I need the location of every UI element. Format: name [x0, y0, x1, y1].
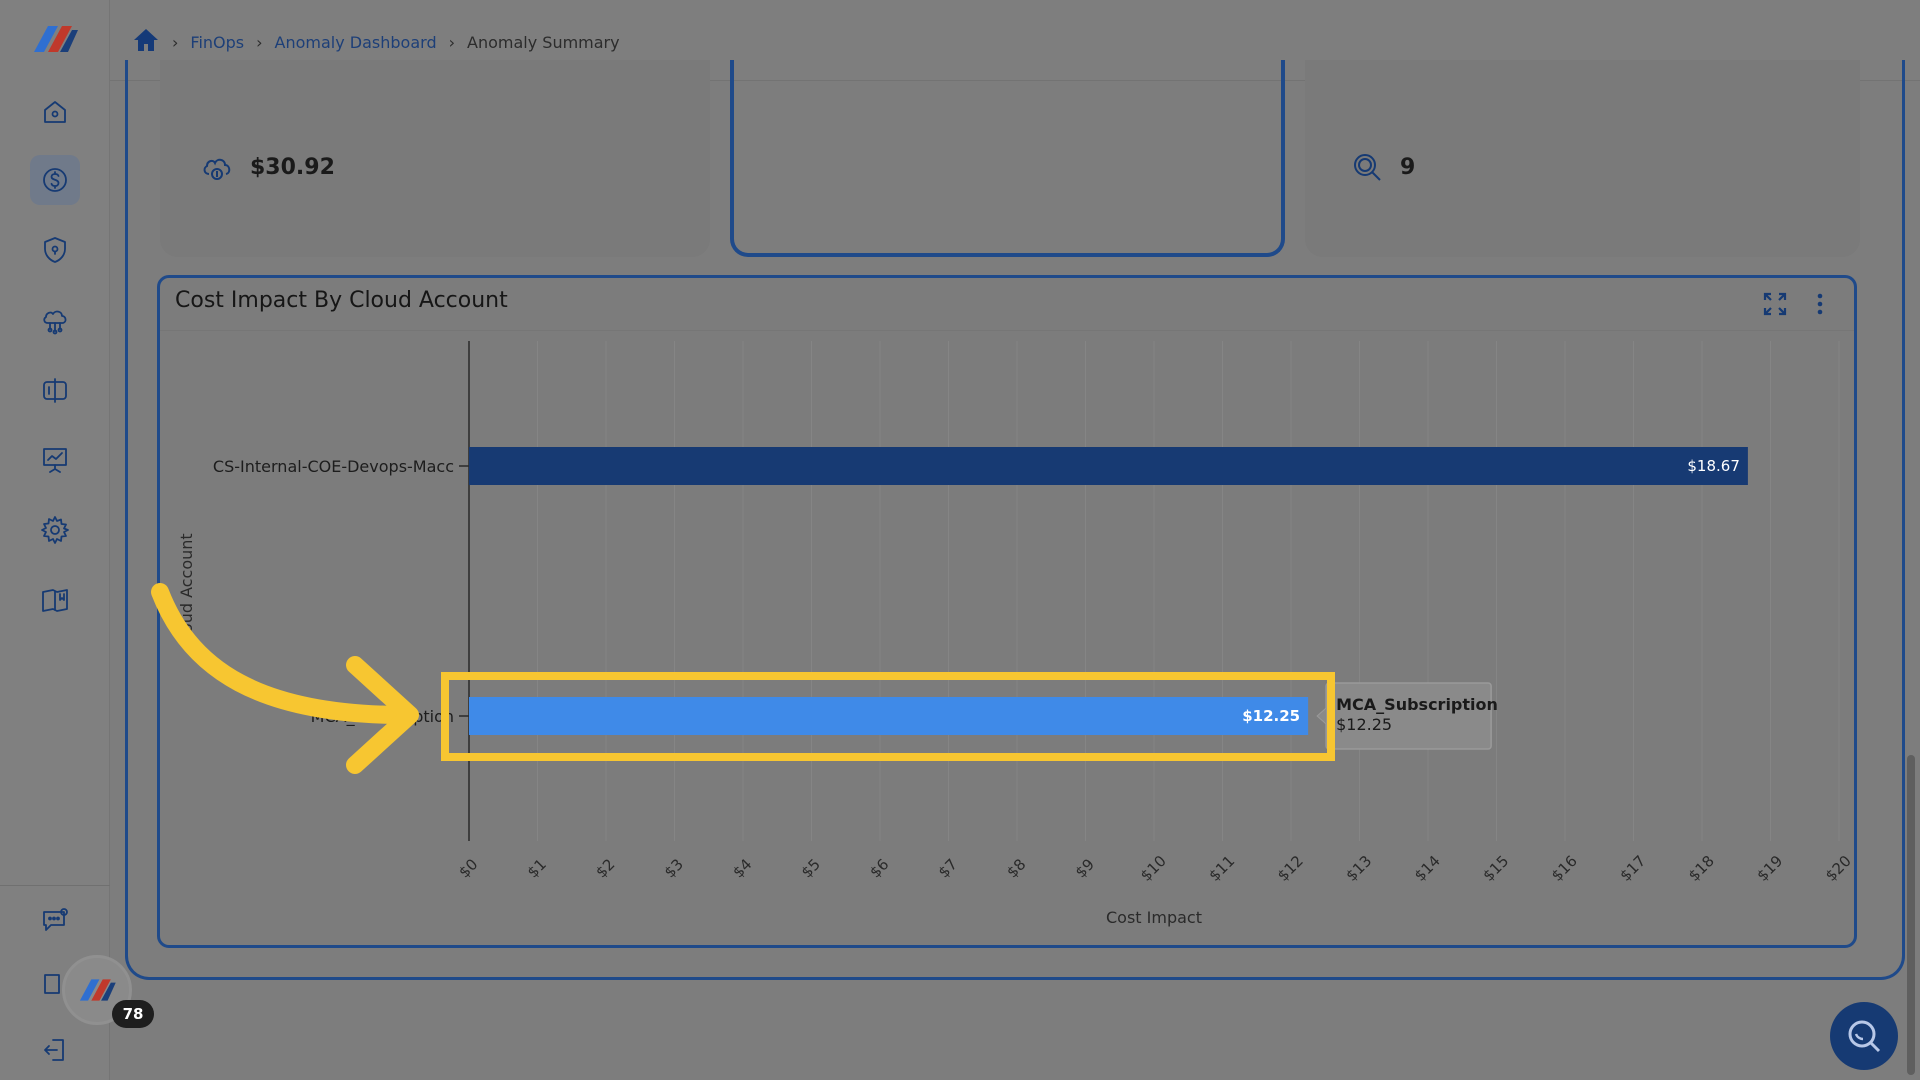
- sidebar-divider: [0, 885, 110, 886]
- dollar-icon[interactable]: [30, 155, 80, 205]
- tooltip-value: $12.25: [1336, 715, 1392, 734]
- metric-cost-value: $30.92: [250, 154, 335, 180]
- chat-icon[interactable]: [35, 900, 75, 940]
- notification-badge: 78: [112, 1000, 154, 1028]
- cloud-dollar-icon: [203, 158, 231, 180]
- x-tick-label: $19: [1753, 852, 1786, 885]
- x-tick-label: $5: [798, 855, 824, 881]
- bar: [469, 447, 1748, 485]
- x-tick-label: $18: [1685, 852, 1718, 885]
- home-icon[interactable]: [132, 26, 160, 58]
- home-icon[interactable]: [35, 92, 75, 132]
- chevron-right-icon: ›: [448, 32, 456, 52]
- shield-icon[interactable]: [35, 230, 75, 270]
- metric-card-cost: $30.92: [160, 60, 710, 257]
- x-tick-label: $3: [661, 855, 687, 881]
- tooltip-name: MCA_Subscription: [1336, 695, 1498, 714]
- x-tick-label: $2: [592, 855, 618, 881]
- x-tick-label: $15: [1479, 852, 1512, 885]
- sidebar: 78: [0, 0, 154, 1080]
- x-tick-label: $13: [1342, 852, 1375, 885]
- x-tick-label: $17: [1616, 852, 1649, 885]
- search-analytics-icon: [1354, 154, 1381, 181]
- metric-card-selected[interactable]: [730, 60, 1285, 257]
- compare-icon[interactable]: [35, 370, 75, 410]
- cloud-network-icon[interactable]: [35, 300, 75, 340]
- x-tick-label: $6: [866, 855, 892, 881]
- page-scrollbar[interactable]: [1907, 755, 1915, 1075]
- search-icon: [1848, 1020, 1881, 1053]
- metric-cost: $30.92: [200, 150, 335, 184]
- x-tick-label: $14: [1411, 852, 1444, 885]
- breadcrumb-finops[interactable]: FinOps: [190, 33, 244, 52]
- x-tick-label: $16: [1548, 852, 1581, 885]
- chart-card: Cost Impact By Cloud Account $0 $1 $2 $3 $4 $…: [157, 275, 1857, 948]
- bar-value-label: $12.25: [1242, 707, 1300, 725]
- breadcrumb-anomaly-dashboard[interactable]: Anomaly Dashboard: [275, 33, 437, 52]
- y-tick-label: MCA_Subscription: [311, 707, 454, 727]
- breadcrumb-anomaly-summary: Anomaly Summary: [467, 32, 620, 52]
- x-tick-label: $7: [935, 855, 961, 881]
- bar-chart: $0 $1 $2 $3 $4 $5 $6 $7 $8 $9 $10 $11 $12 $13 $14 $15 $1…: [177, 341, 1855, 927]
- breadcrumb: › FinOps › Anomaly Dashboard › Anomaly S…: [132, 26, 620, 58]
- x-tick-label: $11: [1205, 852, 1238, 885]
- metric-count: 9: [1350, 150, 1415, 184]
- metric-count-value: 9: [1400, 154, 1416, 180]
- presentation-icon[interactable]: [35, 440, 75, 480]
- book-icon[interactable]: [35, 580, 75, 620]
- x-tick-label: $1: [524, 855, 550, 881]
- chart-plot: $0 $1 $2 $3 $4 $5 $6 $7 $8 $9 $10 $11 $12 $13 $14 $15 $1…: [160, 278, 1860, 951]
- tooltip-pointer: [1316, 707, 1327, 725]
- x-tick-label: $8: [1003, 855, 1029, 881]
- bar: [469, 697, 1309, 735]
- bar-value-label: $18.67: [1687, 457, 1740, 475]
- x-tick-label: $4: [729, 855, 755, 881]
- x-axis-title: Cost Impact: [1106, 908, 1202, 927]
- chevron-right-icon: ›: [256, 32, 263, 52]
- logout-icon[interactable]: [35, 1030, 75, 1070]
- app-logo[interactable]: [28, 22, 82, 56]
- x-tick-label: $12: [1274, 852, 1307, 885]
- metric-card-count: 9: [1305, 60, 1860, 257]
- y-tick-label: CS-Internal-COE-Devops-Macc: [213, 457, 454, 476]
- x-tick-label: $10: [1137, 852, 1170, 885]
- x-tick-label: $0: [455, 855, 481, 881]
- y-axis-title: Cloud Account: [177, 533, 196, 648]
- chevron-right-icon: ›: [172, 32, 179, 52]
- gear-icon[interactable]: [35, 510, 75, 550]
- help-search-button[interactable]: [1830, 1002, 1898, 1070]
- x-tick-label: $9: [1072, 855, 1098, 881]
- x-tick-label: $20: [1822, 852, 1855, 885]
